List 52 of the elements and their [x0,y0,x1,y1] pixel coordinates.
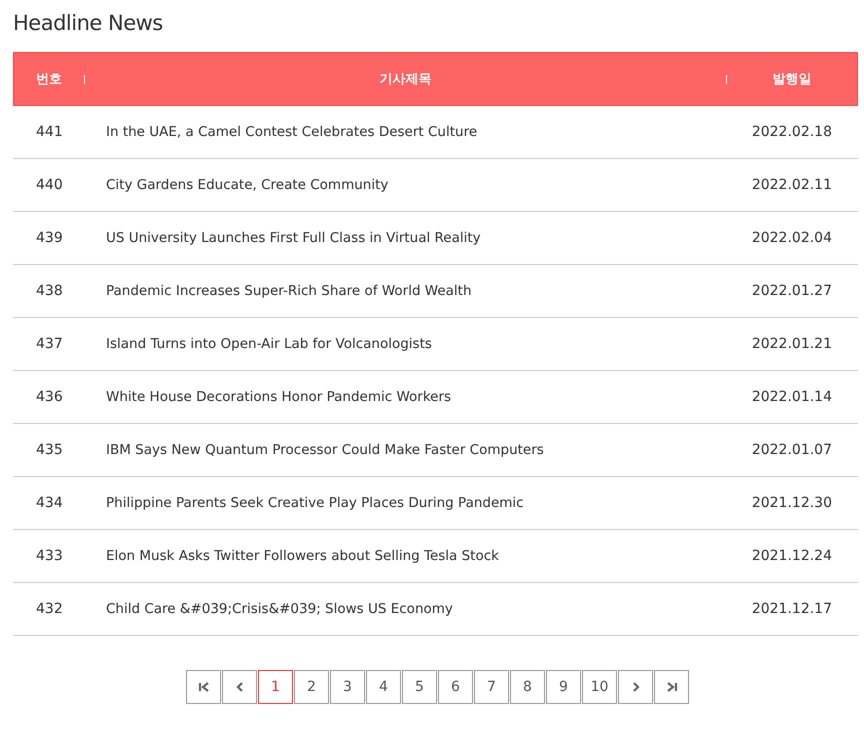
chevron-left-icon [236,682,244,692]
article-title-link[interactable]: Elon Musk Asks Twitter Followers about Selling Tesla Stock [106,548,722,564]
article-title-link[interactable]: Child Care &#039;Crisis&#039; Slows US Economy [106,601,722,617]
article-number: 438 [35,283,64,299]
first-page-button[interactable] [186,670,221,704]
article-number: 441 [35,124,64,140]
article-number: 433 [35,548,64,564]
article-number: 436 [35,389,64,405]
publish-date: 2022.02.04 [750,230,833,246]
article-title-link[interactable]: Philippine Parents Seek Creative Play Places During Pandemic [106,495,722,511]
article-title-link[interactable]: IBM Says New Quantum Processor Could Make Faster Computers [106,442,722,458]
column-header: 발행일 [772,71,812,88]
article-number: 434 [35,495,64,511]
publish-date: 2021.12.24 [750,548,833,564]
publish-date: 2021.12.17 [750,601,833,617]
page-number-button[interactable]: 1 [258,670,293,704]
article-number: 435 [35,442,64,458]
article-title-link[interactable]: White House Decorations Honor Pandemic Workers [106,389,722,405]
page-number-button[interactable]: 10 [582,670,617,704]
publish-date: 2021.12.30 [750,495,833,511]
article-title-link[interactable]: City Gardens Educate, Create Community [106,177,722,193]
page-number-button[interactable]: 8 [510,670,545,704]
publish-date: 2022.01.07 [750,442,833,458]
previous-page-button[interactable] [222,670,257,704]
publish-date: 2022.02.18 [750,124,833,140]
article-number: 437 [35,336,64,352]
publish-date: 2022.01.14 [750,389,833,405]
publish-date: 2022.01.27 [750,283,833,299]
article-number: 439 [35,230,64,246]
article-number: 432 [35,601,64,617]
last-page-icon [666,682,678,692]
page-number-button[interactable]: 9 [546,670,581,704]
page-title: Headline News [13,10,164,37]
publish-date: 2022.01.21 [750,336,833,352]
publish-date: 2022.02.11 [750,177,833,193]
column-header: 기사제목 [378,71,432,88]
article-number: 440 [35,177,64,193]
column-header: 번호 [35,71,63,88]
article-title-link[interactable]: Island Turns into Open-Air Lab for Volcanologists [106,336,722,352]
last-page-button[interactable] [654,670,689,704]
article-title-link[interactable]: US University Launches First Full Class in Virtual Reality [106,230,722,246]
chevron-right-icon [632,682,640,692]
page-number-button[interactable]: 5 [402,670,437,704]
page-number-button[interactable]: 2 [294,670,329,704]
next-page-button[interactable] [618,670,653,704]
page-number-button[interactable]: 4 [366,670,401,704]
page-number-button[interactable]: 6 [438,670,473,704]
first-page-icon [198,682,210,692]
article-title-link[interactable]: Pandemic Increases Super-Rich Share of World Wealth [106,283,722,299]
article-title-link[interactable]: In the UAE, a Camel Contest Celebrates Desert Culture [106,124,722,140]
page-number-button[interactable]: 3 [330,670,365,704]
page-number-button[interactable]: 7 [474,670,509,704]
